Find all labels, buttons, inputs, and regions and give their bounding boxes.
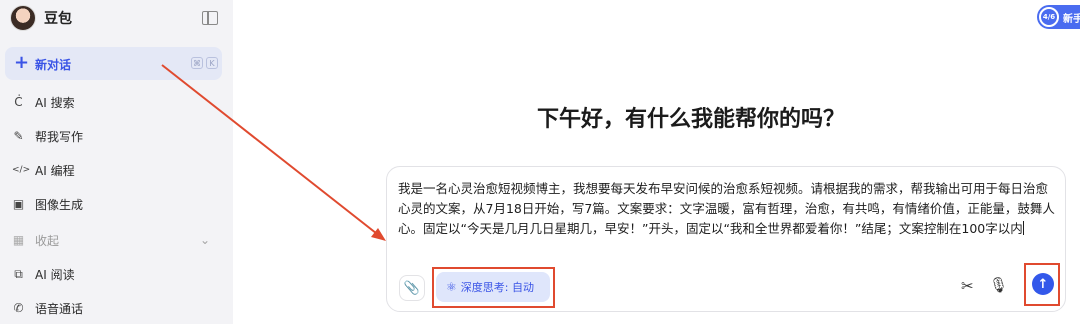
phone-icon: ✆: [13, 301, 24, 315]
chevron-down-icon[interactable]: ⌄: [200, 233, 210, 247]
sidebar-item-writing[interactable]: ✎ 帮我写作: [12, 125, 83, 147]
onboarding-badge[interactable]: 4/6 新手: [1037, 5, 1080, 29]
image-generate-icon: ▣: [12, 197, 25, 211]
prompt-input[interactable]: 我是一名心灵治愈短视频博主，我想要每天发布早安问候的治愈系短视频。请根据我的需求…: [398, 179, 1058, 239]
sidebar-item-ai-search[interactable]: Ċ AI 搜索: [12, 91, 75, 113]
sidebar-item-label: 语音通话: [35, 301, 84, 316]
avatar: [10, 5, 36, 31]
shortcut-k-key: K: [206, 57, 218, 69]
sidebar-item-label: AI 阅读: [35, 267, 75, 282]
deep-think-label: 深度思考: 自动: [460, 281, 534, 294]
sidebar-item-image-generation[interactable]: ▣ 图像生成: [12, 193, 83, 215]
arrow-up-icon: ↑: [1037, 276, 1049, 292]
code-icon: </>: [12, 165, 31, 175]
sidebar-item-label: 收起: [35, 233, 60, 248]
page-title: 下午好，有什么我能帮你的吗？: [537, 107, 846, 132]
onboarding-label: 新手: [1063, 13, 1080, 25]
text-caret: [1022, 221, 1024, 235]
new-chat-label: 新对话: [35, 58, 72, 72]
app-name: 豆包: [44, 11, 72, 27]
attachment-button[interactable]: 📎: [399, 275, 425, 301]
sidebar-item-ai-reading[interactable]: ⧉ AI 阅读: [12, 263, 75, 285]
sidebar: 豆包 + 新对话 ⌘ K Ċ AI 搜索 ✎ 帮我写作 </> AI 编程 ▣ …: [0, 0, 233, 324]
sidebar-item-label: 图像生成: [35, 197, 84, 212]
pen-write-icon: ✎: [13, 129, 24, 143]
grid-collapse-icon: ▦: [12, 233, 25, 247]
ai-search-icon: Ċ: [14, 95, 23, 109]
new-chat-button[interactable]: + 新对话 ⌘ K: [5, 47, 222, 80]
onboarding-progress: 4/6: [1039, 7, 1059, 27]
sidebar-item-label: 帮我写作: [35, 129, 84, 144]
brand[interactable]: 豆包: [10, 4, 72, 32]
sidebar-item-label: AI 搜索: [35, 95, 75, 110]
plus-icon: +: [14, 52, 30, 73]
scissors-icon[interactable]: ✂: [961, 277, 974, 295]
sidebar-item-ai-coding[interactable]: </> AI 编程: [12, 159, 75, 181]
prompt-text: 我是一名心灵治愈短视频博主，我想要每天发布早安问候的治愈系短视频。请根据我的需求…: [398, 181, 1055, 236]
sidebar-item-collapse[interactable]: ▦ 收起: [12, 229, 59, 251]
sidebar-toggle-icon[interactable]: [202, 11, 218, 25]
deep-think-button[interactable]: ⚛ 深度思考: 自动: [436, 272, 550, 302]
sidebar-item-voice-call[interactable]: ✆ 语音通话: [12, 297, 83, 319]
paperclip-icon: 📎: [403, 280, 421, 296]
shortcut-cmd-key: ⌘: [191, 57, 203, 69]
sidebar-item-label: AI 编程: [35, 163, 75, 178]
deep-think-icon: ⚛: [446, 280, 457, 294]
send-button[interactable]: ↑: [1032, 273, 1054, 295]
chat-composer[interactable]: 我是一名心灵治愈短视频博主，我想要每天发布早安问候的治愈系短视频。请根据我的需求…: [386, 166, 1066, 312]
ai-read-icon: ⧉: [14, 266, 23, 281]
microphone-icon[interactable]: 🎙: [989, 276, 1008, 294]
